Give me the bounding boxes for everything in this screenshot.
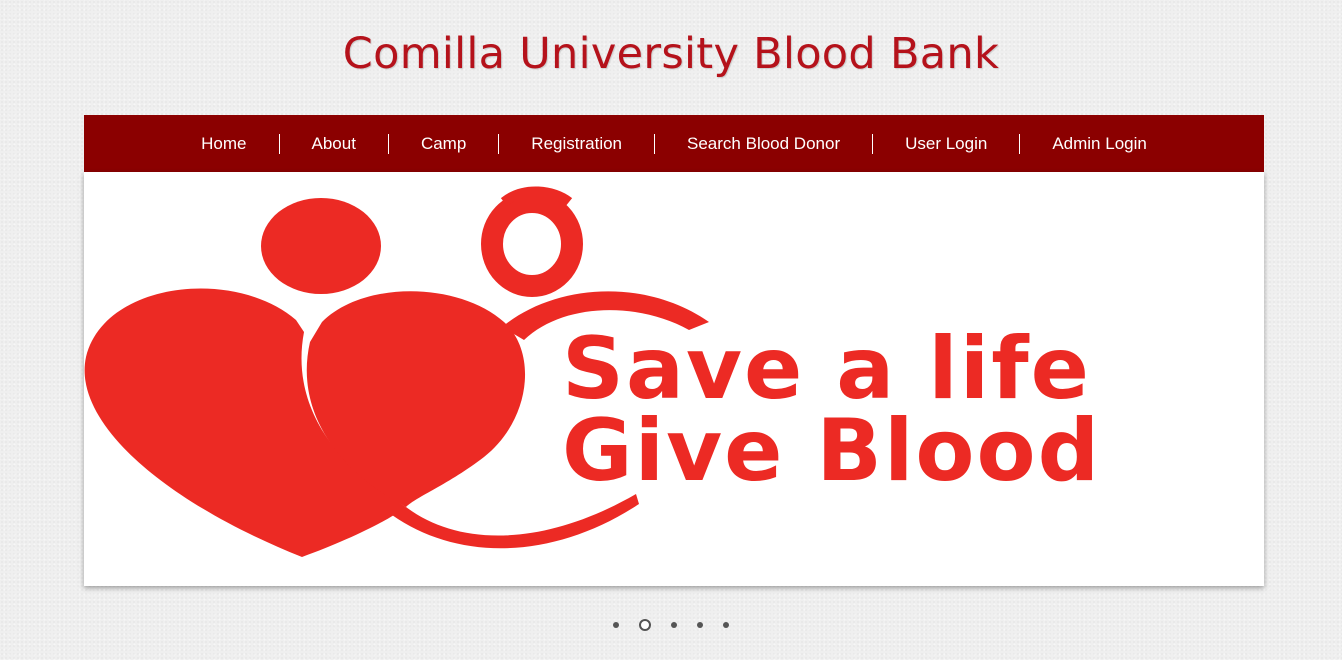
slider-dot[interactable] xyxy=(697,622,703,628)
nav-camp-link[interactable]: Camp xyxy=(389,134,498,154)
slider-pagination xyxy=(0,618,1342,632)
nav-home-link[interactable]: Home xyxy=(169,134,278,154)
slider-dot[interactable] xyxy=(613,622,619,628)
nav-about-link[interactable]: About xyxy=(280,134,388,154)
nav-admin-login-link[interactable]: Admin Login xyxy=(1020,134,1179,154)
banner-slide: Save a life Give Blood xyxy=(84,172,1264,586)
site-title: Comilla University Blood Bank xyxy=(342,29,1000,79)
slider-dot[interactable] xyxy=(723,622,729,628)
banner-headline-save-a-life: Save a life xyxy=(562,319,1091,419)
slider-dot[interactable] xyxy=(639,619,651,631)
nav-registration-link[interactable]: Registration xyxy=(499,134,654,154)
nav-search-blood-donor-link[interactable]: Search Blood Donor xyxy=(655,134,872,154)
nav-user-login-link[interactable]: User Login xyxy=(873,134,1019,154)
main-navbar: Home About Camp Registration Search Bloo… xyxy=(84,115,1264,172)
banner-headline-give-blood: Give Blood xyxy=(562,401,1102,501)
slider-dot[interactable] xyxy=(671,622,677,628)
